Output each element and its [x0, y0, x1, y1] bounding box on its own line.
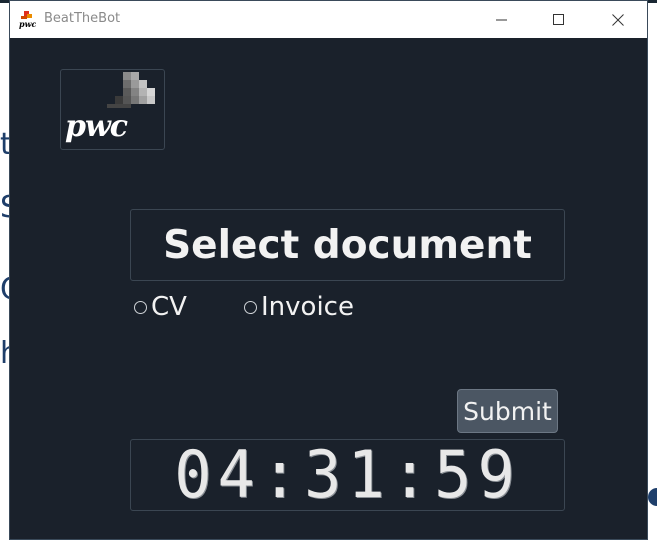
timer-panel: 04:31:59 — [130, 439, 565, 511]
page-title: Select document — [163, 222, 532, 268]
pwc-logo: pwc — [60, 69, 165, 150]
close-icon — [612, 13, 624, 26]
maximize-icon — [553, 13, 564, 25]
svg-text:pwc: pwc — [19, 19, 36, 29]
minimize-icon — [496, 19, 507, 20]
title-bar[interactable]: pwc BeatTheBot — [10, 1, 647, 38]
countdown-timer: 04:31:59 — [174, 436, 521, 513]
minimize-button[interactable] — [479, 1, 525, 38]
heading-panel: Select document — [130, 209, 565, 281]
logo-text: pwc — [65, 109, 128, 144]
radio-button-icon[interactable] — [244, 300, 257, 314]
maximize-button[interactable] — [536, 1, 582, 38]
background-shape — [648, 488, 657, 506]
submit-button[interactable]: Submit — [457, 389, 558, 433]
pwc-app-icon: pwc — [19, 11, 36, 29]
radio-option-invoice[interactable]: Invoice — [244, 292, 354, 322]
radio-option-cv[interactable]: CV — [134, 292, 187, 322]
app-window: pwc BeatTheBot pwc Select document CV In… — [9, 0, 648, 540]
close-button[interactable] — [595, 1, 641, 38]
radio-label-invoice[interactable]: Invoice — [261, 292, 354, 322]
radio-label-cv[interactable]: CV — [151, 292, 187, 322]
radio-button-icon[interactable] — [134, 300, 147, 314]
window-title: BeatTheBot — [44, 11, 121, 26]
